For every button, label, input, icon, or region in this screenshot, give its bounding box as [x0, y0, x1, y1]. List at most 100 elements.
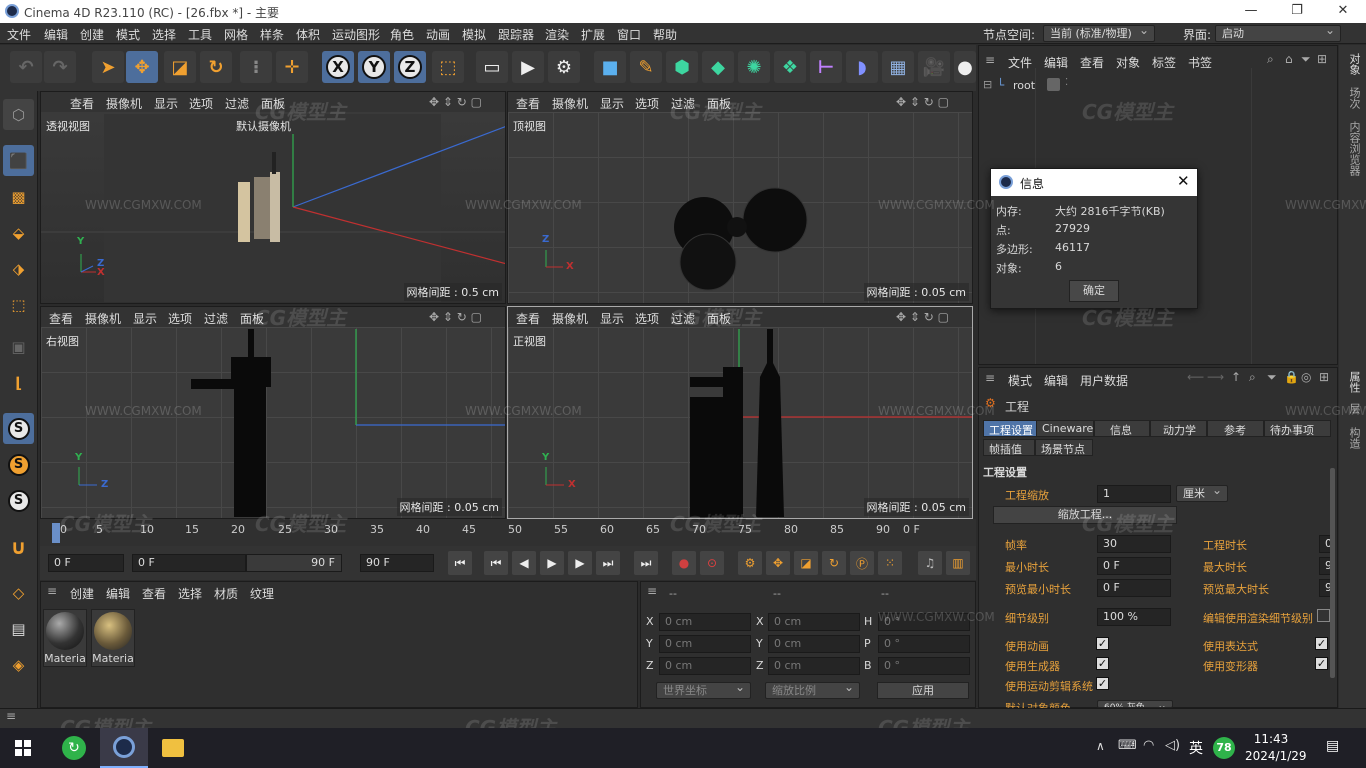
material-swatch[interactable]: Materia	[91, 609, 135, 667]
up-arrow-icon[interactable]: ↑	[1231, 370, 1241, 384]
vp-menu-camera[interactable]: 摄像机	[552, 95, 588, 112]
extrude-generator-icon[interactable]: ◆	[702, 51, 734, 83]
vp-menu-camera[interactable]: 摄像机	[85, 310, 121, 327]
snap-icon[interactable]: S	[3, 413, 34, 444]
home-icon[interactable]: ⌂	[1285, 52, 1293, 66]
lod-render-checkbox[interactable]	[1317, 609, 1330, 622]
camera-icon[interactable]: 🎥	[918, 51, 950, 83]
key-position-icon[interactable]: ✥	[766, 551, 790, 575]
snap-settings-icon[interactable]: S	[3, 449, 34, 480]
goto-start-icon[interactable]: ⏮	[448, 551, 472, 575]
move-tool-icon[interactable]: ✥	[126, 51, 158, 83]
viewport-front[interactable]: 查看 摄像机 显示 选项 过滤 面板 ✥ ⇕ ↻ ▢ 正视图 Y X 网格间距 …	[507, 306, 973, 519]
new-window-icon[interactable]: ⊞	[1319, 370, 1329, 384]
tab-scene-nodes[interactable]: 场景节点	[1035, 439, 1093, 456]
position-y-field[interactable]: 0 cm	[659, 635, 751, 653]
keyframe-selection-icon[interactable]: ⚙	[738, 551, 762, 575]
range-end-field[interactable]: 90 F	[246, 554, 342, 572]
use-motion-system-checkbox[interactable]: ✓	[1096, 677, 1109, 690]
panel-menu-icon[interactable]: ≡	[647, 584, 657, 598]
play-icon[interactable]: ▶	[540, 551, 564, 575]
attribute-scrollbar[interactable]	[1330, 468, 1335, 678]
sound-icon[interactable]: ♫	[918, 551, 942, 575]
file-explorer-icon[interactable]	[162, 739, 184, 757]
windows-start-icon[interactable]	[15, 740, 31, 756]
search-icon[interactable]: ⌕	[1249, 370, 1256, 385]
locked-workplane-icon[interactable]: ▤	[3, 613, 34, 644]
timeline-ruler[interactable]: 0 5 10 15 20 25 30 35 40 45 50 55 60 65 …	[40, 519, 976, 546]
mat-menu-edit[interactable]: 编辑	[106, 585, 130, 602]
menu-create[interactable]: 创建	[80, 26, 104, 43]
light-icon[interactable]: ●	[954, 51, 976, 83]
lock-icon[interactable]: 🔒	[1284, 370, 1299, 384]
vp-menu-camera[interactable]: 摄像机	[106, 95, 142, 112]
min-time-field[interactable]: 0 F	[1097, 557, 1171, 575]
panel-menu-icon[interactable]: ≡	[985, 371, 995, 385]
tab-objects[interactable]: 对象	[1346, 53, 1362, 75]
maximize-button[interactable]: ❐	[1274, 0, 1320, 23]
layout-dropdown[interactable]: 启动	[1215, 23, 1341, 42]
scale-mode-dropdown[interactable]: 缩放比例	[765, 680, 860, 699]
visibility-dots-icon[interactable]: ⁚	[1065, 77, 1068, 88]
x-axis-lock-icon[interactable]: X	[322, 51, 354, 83]
polygons-mode-icon[interactable]: ⬚	[3, 289, 34, 320]
floor-icon[interactable]: ▦	[882, 51, 914, 83]
axis-tool-icon[interactable]: ✛	[276, 51, 308, 83]
vp-menu-filter[interactable]: 过滤	[225, 95, 249, 112]
model-mode-icon[interactable]: ⬛	[3, 145, 34, 176]
clock-time[interactable]: 11:43	[1247, 732, 1295, 746]
vp-menu-options[interactable]: 选项	[168, 310, 192, 327]
tab-dynamics[interactable]: 动力学	[1150, 420, 1207, 437]
tab-construction[interactable]: 构造	[1346, 427, 1362, 449]
prev-key-icon[interactable]: ⏮	[484, 551, 508, 575]
security-badge[interactable]: 78	[1213, 737, 1235, 759]
menu-edit[interactable]: 编辑	[44, 26, 68, 43]
cinema4d-taskbar-button[interactable]	[100, 728, 148, 768]
vp-menu-display[interactable]: 显示	[600, 95, 624, 112]
material-swatch[interactable]: Materia	[43, 609, 87, 667]
size-y-field[interactable]: 0 cm	[768, 635, 860, 653]
vp-menu-view[interactable]: 查看	[70, 95, 94, 112]
mat-menu-texture[interactable]: 纹理	[250, 585, 274, 602]
cloner-icon[interactable]: ❖	[774, 51, 806, 83]
ok-button[interactable]: 确定	[1069, 280, 1119, 302]
panel-menu-icon[interactable]: ≡	[47, 584, 57, 598]
vp-menu-display[interactable]: 显示	[133, 310, 157, 327]
viewport-nav-icon[interactable]: ✥ ⇕ ↻ ▢	[429, 310, 482, 324]
project-scale-unit-dropdown[interactable]: 厘米	[1176, 483, 1228, 502]
attr-menu-edit[interactable]: 编辑	[1044, 372, 1068, 389]
viewport-nav-icon[interactable]: ✥ ⇕ ↻ ▢	[429, 95, 482, 109]
obj-menu-file[interactable]: 文件	[1008, 54, 1032, 71]
timeline-window-icon[interactable]: ▥	[946, 551, 970, 575]
use-generators-checkbox[interactable]: ✓	[1096, 657, 1109, 670]
close-icon[interactable]: ✕	[1177, 172, 1190, 190]
y-axis-lock-icon[interactable]: Y	[358, 51, 390, 83]
vp-menu-display[interactable]: 显示	[154, 95, 178, 112]
menu-extensions[interactable]: 扩展	[581, 26, 605, 43]
filter-icon[interactable]: ⏷	[1301, 52, 1311, 67]
workplane-icon[interactable]: ◇	[3, 577, 34, 608]
back-arrow-icon[interactable]: ⟵	[1187, 370, 1204, 384]
tab-todo[interactable]: 待办事项	[1264, 420, 1331, 437]
vp-menu-view[interactable]: 查看	[516, 310, 540, 327]
lod-field[interactable]: 100 %	[1097, 608, 1171, 626]
rotation-b-field[interactable]: 0 °	[878, 657, 970, 675]
menu-mode[interactable]: 模式	[116, 26, 140, 43]
vp-menu-options[interactable]: 选项	[189, 95, 213, 112]
menu-simulate[interactable]: 模拟	[462, 26, 486, 43]
field-icon[interactable]: ◗	[846, 51, 878, 83]
node-space-dropdown[interactable]: 当前 (标准/物理)	[1043, 23, 1155, 42]
new-window-icon[interactable]: ⊞	[1317, 52, 1327, 66]
menu-mograph[interactable]: 运动图形	[332, 26, 380, 43]
tab-project-settings[interactable]: 工程设置	[983, 420, 1039, 437]
record-key-icon[interactable]: ●	[672, 551, 696, 575]
subdivision-surface-icon[interactable]: ⬢	[666, 51, 698, 83]
attr-menu-mode[interactable]: 模式	[1008, 372, 1032, 389]
uv-mode-icon[interactable]: ▣	[3, 331, 34, 362]
axis-mode-icon[interactable]: ⌊	[3, 367, 34, 398]
prev-frame-icon[interactable]: ◀	[512, 551, 536, 575]
target-icon[interactable]: ◎	[1301, 370, 1311, 384]
menu-mesh[interactable]: 网格	[224, 26, 248, 43]
apply-button[interactable]: 应用	[877, 682, 969, 699]
use-expressions-checkbox[interactable]: ✓	[1315, 637, 1328, 650]
